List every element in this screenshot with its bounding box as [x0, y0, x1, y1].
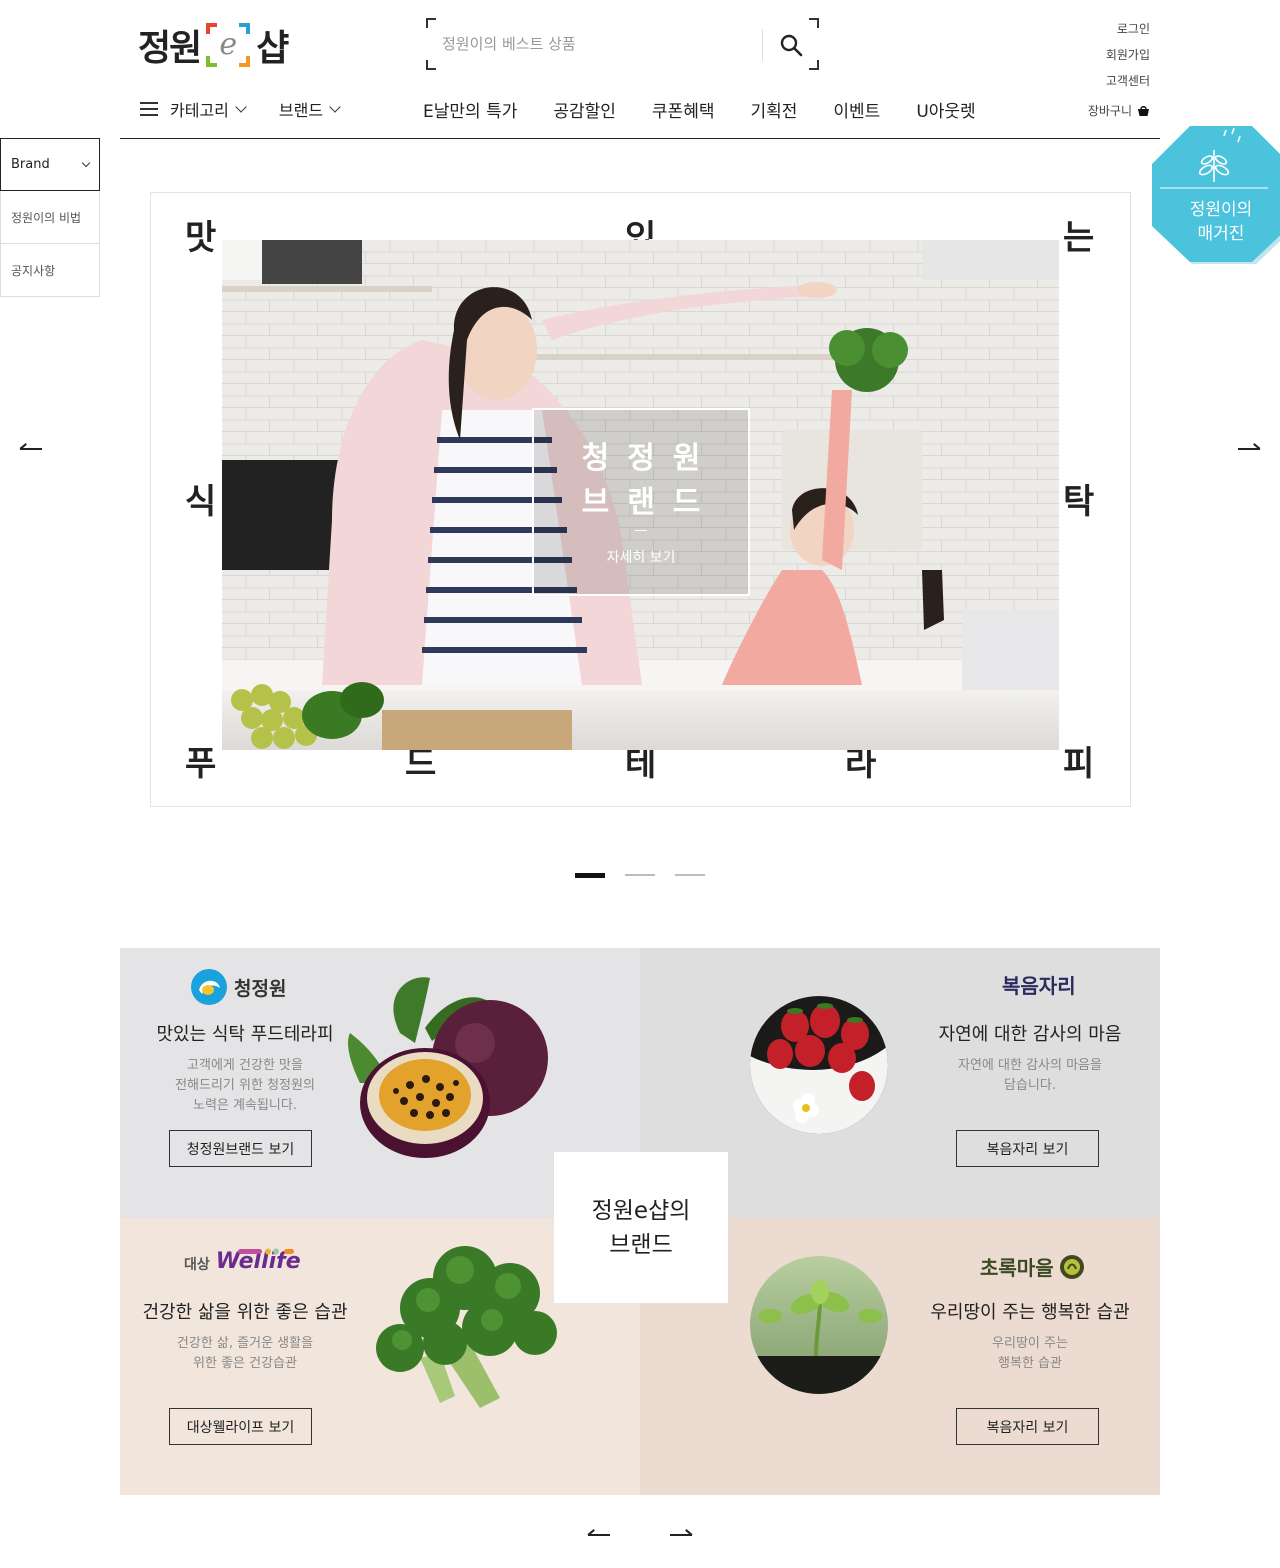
hero-dot-3[interactable]: [675, 874, 705, 876]
nav-item-discount[interactable]: 공감할인: [553, 97, 616, 122]
chungjungone-logo-text: 청정원: [234, 977, 287, 1000]
brand-card-desc: 건강한 삶, 즐거운 생활을 위한 좋은 건강습관: [176, 1336, 314, 1371]
gnb-left: 카테고리 브랜드: [140, 96, 373, 122]
nav-item-special[interactable]: E날만의 특가: [423, 97, 517, 122]
category-label: 카테고리: [170, 101, 229, 120]
side-menu-item-secret[interactable]: 정원이의 비법: [0, 191, 100, 244]
hero-dot-1[interactable]: [575, 873, 605, 878]
hero-pagination: [575, 873, 705, 878]
hero-overlay-title1: 청정원: [581, 441, 719, 476]
cart-label: 장바구니: [1087, 104, 1132, 118]
hero-next-arrow[interactable]: [1238, 443, 1261, 454]
side-menu-selected: Brand: [11, 157, 50, 172]
hamburger-icon: [140, 102, 158, 116]
chungjungone-logo-icon: [191, 969, 227, 1005]
magazine-label-line2: 매거진: [1197, 224, 1245, 244]
hero-char: 드: [405, 744, 437, 784]
brand-label: 브랜드: [278, 101, 324, 120]
search-divider: [762, 29, 763, 61]
side-menu-item-notice[interactable]: 공지사항: [0, 244, 100, 297]
login-link[interactable]: 로그인: [1030, 20, 1150, 46]
brand-card-desc: 자연에 대한 감사의 마음을 담습니다.: [958, 1058, 1102, 1093]
choroktown-logo: 초록마을: [980, 1252, 1084, 1281]
side-menu-select[interactable]: Brand: [0, 138, 100, 191]
hero-char: 는: [1063, 218, 1095, 258]
main-nav: E날만의 특가 공감할인 쿠폰혜택 기획전 이벤트 U아웃렛: [423, 96, 1012, 122]
site-logo[interactable]: 정원 e 샵: [138, 20, 289, 70]
bokumjari-logo-text: 복음자리: [1002, 974, 1076, 998]
logo-text-left: 정원: [138, 28, 202, 69]
brand-center-line1: 정원e샵의: [591, 1197, 691, 1224]
nav-item-coupon[interactable]: 쿠폰혜택: [652, 97, 715, 122]
hero-char: 테: [625, 744, 657, 784]
strawberry-image: [750, 996, 888, 1134]
search-box: [426, 18, 819, 70]
bokumjari-logo: 복음자리: [1002, 970, 1076, 999]
logo-text-right: 샵: [256, 28, 289, 69]
search-icon: [780, 34, 803, 57]
nav-item-exhibition[interactable]: 기획전: [750, 97, 797, 122]
side-menu: Brand 정원이의 비법 공지사항: [0, 138, 100, 297]
magazine-label: 정원이의 매거진: [1150, 198, 1280, 246]
magazine-label-line1: 정원이의: [1189, 200, 1253, 220]
hero-char: 푸: [185, 744, 217, 784]
logo-e-letter: e: [219, 27, 238, 62]
search-button[interactable]: [774, 28, 808, 62]
hero-char: 맛: [185, 218, 217, 258]
hero-dot-2[interactable]: [625, 874, 655, 876]
logo-e-mark: e: [206, 23, 251, 67]
magazine-badge[interactable]: 정원이의 매거진: [1150, 122, 1280, 264]
hero-overlay-divider: [635, 530, 647, 531]
sprout-image: [750, 1256, 888, 1394]
support-link[interactable]: 고객센터: [1030, 72, 1150, 98]
brand-card-title: 건강한 삶을 위한 좋은 습관: [142, 1302, 348, 1323]
brand-card-desc: 고객에게 건강한 맛을 전해드리기 위한 청정원의 노력은 계속됩니다.: [175, 1058, 315, 1113]
utility-links: 로그인 회원가입 고객센터 장바구니: [1030, 20, 1150, 124]
hero-char: 식: [185, 482, 217, 522]
hero-char: 탁: [1063, 482, 1095, 522]
join-link[interactable]: 회원가입: [1030, 46, 1150, 72]
brand-card-title: 자연에 대한 감사의 마음: [938, 1024, 1122, 1045]
brand-card-title: 우리땅이 주는 행복한 습관: [930, 1302, 1130, 1323]
brand-prev-arrow[interactable]: [587, 1529, 610, 1540]
chungjungone-logo: 청정원: [190, 968, 286, 1006]
category-menu[interactable]: 카테고리: [140, 97, 247, 121]
choroktown-logo-icon: [1059, 1254, 1084, 1279]
cart-link[interactable]: 장바구니: [1030, 98, 1150, 124]
hero-overlay-title2: 브랜드: [581, 485, 719, 520]
nav-item-outlet[interactable]: U아웃렛: [916, 97, 975, 122]
wellife-logo-prefix: 대상: [184, 1257, 210, 1273]
brand-card-title: 맛있는 식탁 푸드테라피: [156, 1024, 334, 1045]
chevron-down-icon: [329, 101, 341, 113]
passion-fruit-image: [348, 977, 548, 1158]
brand-menu[interactable]: 브랜드: [278, 97, 341, 121]
hero-more-link[interactable]: 자세히 보기: [534, 547, 748, 567]
hero-banner: 맛 있 는 식 탁 푸 드 테 라 피 청정원 브랜드 자세히 보기: [150, 192, 1131, 807]
hero-char: 라: [845, 744, 877, 784]
wellife-brand-button[interactable]: 대상웰라이프 보기: [169, 1408, 312, 1445]
search-input[interactable]: [442, 30, 752, 58]
choroktown-logo-text: 초록마을: [980, 1256, 1054, 1280]
brand-next-arrow[interactable]: [670, 1529, 693, 1540]
bokumjari-brand-button[interactable]: 복음자리 보기: [956, 1130, 1099, 1167]
cart-icon: [1138, 106, 1149, 116]
hero-prev-arrow[interactable]: [19, 443, 42, 454]
choroktown-brand-button[interactable]: 복음자리 보기: [956, 1408, 1099, 1445]
chungjungone-brand-button[interactable]: 청정원브랜드 보기: [169, 1130, 312, 1167]
hero-overlay-box[interactable]: 청정원 브랜드 자세히 보기: [532, 408, 750, 596]
wellife-logo-dots: [238, 1248, 294, 1255]
brand-card-desc: 우리땅이 주는 행복한 습관: [992, 1336, 1068, 1371]
chevron-down-icon: [81, 158, 91, 168]
brand-center-title: 정원e샵의 브랜드: [554, 1152, 728, 1303]
nav-item-event[interactable]: 이벤트: [833, 97, 880, 122]
hero-photo: 청정원 브랜드 자세히 보기: [222, 240, 1059, 750]
hero-char: 피: [1063, 744, 1095, 784]
header-divider: [120, 138, 1160, 139]
brand-center-line2: 브랜드: [609, 1231, 673, 1258]
chevron-down-icon: [235, 101, 247, 113]
broccoli-image: [376, 1246, 557, 1408]
